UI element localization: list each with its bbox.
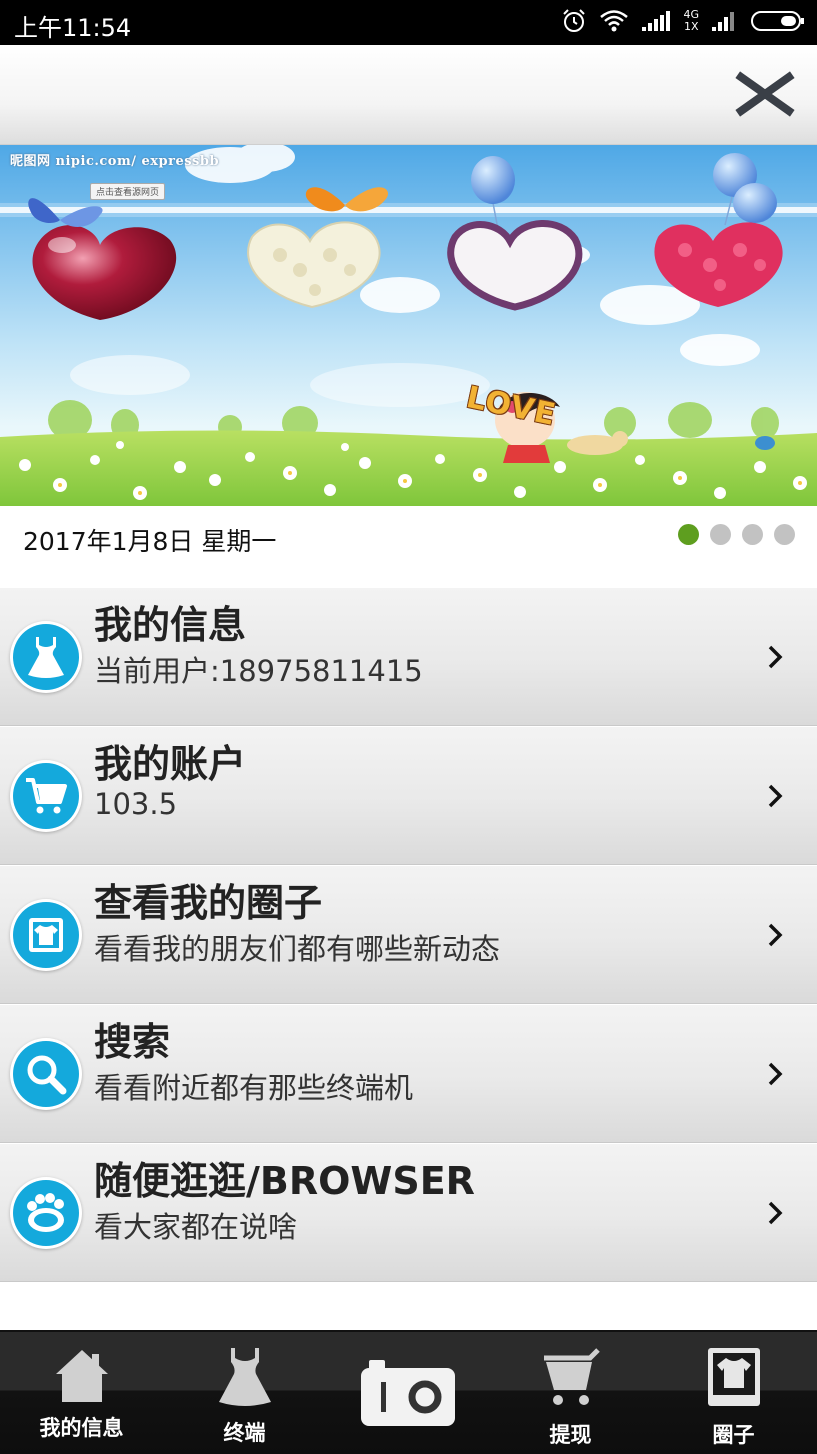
header-bar (0, 45, 817, 145)
network-type: 4G 1X (683, 9, 699, 33)
cart-icon (13, 763, 79, 829)
home-icon (55, 1350, 108, 1402)
carousel-dot-3[interactable] (742, 524, 763, 545)
paw-icon (13, 1180, 79, 1246)
carousel-dot-4[interactable] (774, 524, 795, 545)
nav-tab-my-info[interactable]: 我的信息 (0, 1332, 163, 1454)
menu-item-my-info[interactable]: 我的信息 当前用户:18975811415 (0, 588, 817, 726)
nav-tab-camera[interactable] (326, 1332, 489, 1454)
network-1x: 1X (683, 20, 699, 33)
menu-item-title: 查看我的圈子 (94, 881, 323, 925)
menu-item-my-account[interactable]: 我的账户 103.5 (0, 727, 817, 865)
search-icon (13, 1041, 79, 1107)
chevron-right-icon (768, 1062, 783, 1086)
menu-item-my-circle[interactable]: 查看我的圈子 看看我的朋友们都有哪些新动态 (0, 866, 817, 1004)
nav-tab-withdraw[interactable]: 提现 (489, 1332, 652, 1454)
menu-item-browse[interactable]: 随便逛逛/BROWSER 看大家都在说啥 (0, 1144, 817, 1282)
carousel-dot-1[interactable] (678, 524, 699, 545)
date-row: 2017年1月8日 星期一 (0, 506, 817, 588)
chevron-right-icon (768, 1201, 783, 1225)
shirt-frame-icon (707, 1348, 760, 1406)
menu-list: 我的信息 当前用户:18975811415 我的账户 103.5 查看我的圈子 … (0, 588, 817, 1283)
nav-label: 我的信息 (39, 1416, 124, 1440)
nav-label: 终端 (223, 1421, 266, 1445)
menu-item-title: 搜索 (94, 1020, 171, 1064)
watermark-button: 点击查看源网页 (90, 183, 166, 200)
signal-icon-2 (712, 12, 734, 31)
carousel-dot-2[interactable] (710, 524, 731, 545)
chevron-right-icon (768, 923, 783, 947)
dress-icon (218, 1348, 271, 1406)
menu-item-subtitle: 看大家都在说啥 (94, 1210, 298, 1244)
menu-item-title: 我的信息 (94, 603, 247, 647)
banner-carousel[interactable]: 昵图网 nipic.com/ expressbb 点击查看源网页 LOVE (0, 145, 817, 506)
camera-icon (360, 1360, 455, 1426)
alarm-icon (563, 9, 586, 32)
status-time: 上午11:54 (14, 14, 132, 42)
watermark-text: 昵图网 nipic.com/ expressbb (10, 154, 220, 169)
menu-item-title: 我的账户 (94, 742, 247, 786)
nav-tab-terminal[interactable]: 终端 (163, 1332, 326, 1454)
menu-item-subtitle: 当前用户:18975811415 (94, 654, 423, 688)
signal-icon (642, 11, 671, 31)
shirt-frame-icon (13, 902, 79, 968)
bottom-nav: 我的信息 终端 提现 圈子 (0, 1330, 817, 1454)
close-icon[interactable] (735, 71, 795, 117)
nav-label: 提现 (549, 1423, 592, 1447)
dress-icon (13, 624, 79, 690)
cart-icon (543, 1348, 600, 1405)
chevron-right-icon (768, 784, 783, 808)
chevron-right-icon (768, 645, 783, 669)
status-bar: 上午11:54 4G 1X (0, 0, 817, 45)
battery-icon (751, 11, 804, 31)
menu-item-title: 随便逛逛/BROWSER (94, 1159, 475, 1203)
carousel-indicator (678, 524, 795, 545)
nav-tab-circle[interactable]: 圈子 (652, 1332, 815, 1454)
menu-item-subtitle: 看看附近都有那些终端机 (94, 1071, 414, 1105)
menu-item-subtitle: 看看我的朋友们都有哪些新动态 (94, 932, 501, 966)
menu-item-subtitle: 103.5 (94, 787, 178, 821)
menu-item-search[interactable]: 搜索 看看附近都有那些终端机 (0, 1005, 817, 1143)
nav-label: 圈子 (712, 1423, 755, 1447)
wifi-icon (600, 10, 629, 32)
status-icons: 4G 1X (561, 8, 805, 34)
date-label: 2017年1月8日 星期一 (23, 527, 277, 556)
